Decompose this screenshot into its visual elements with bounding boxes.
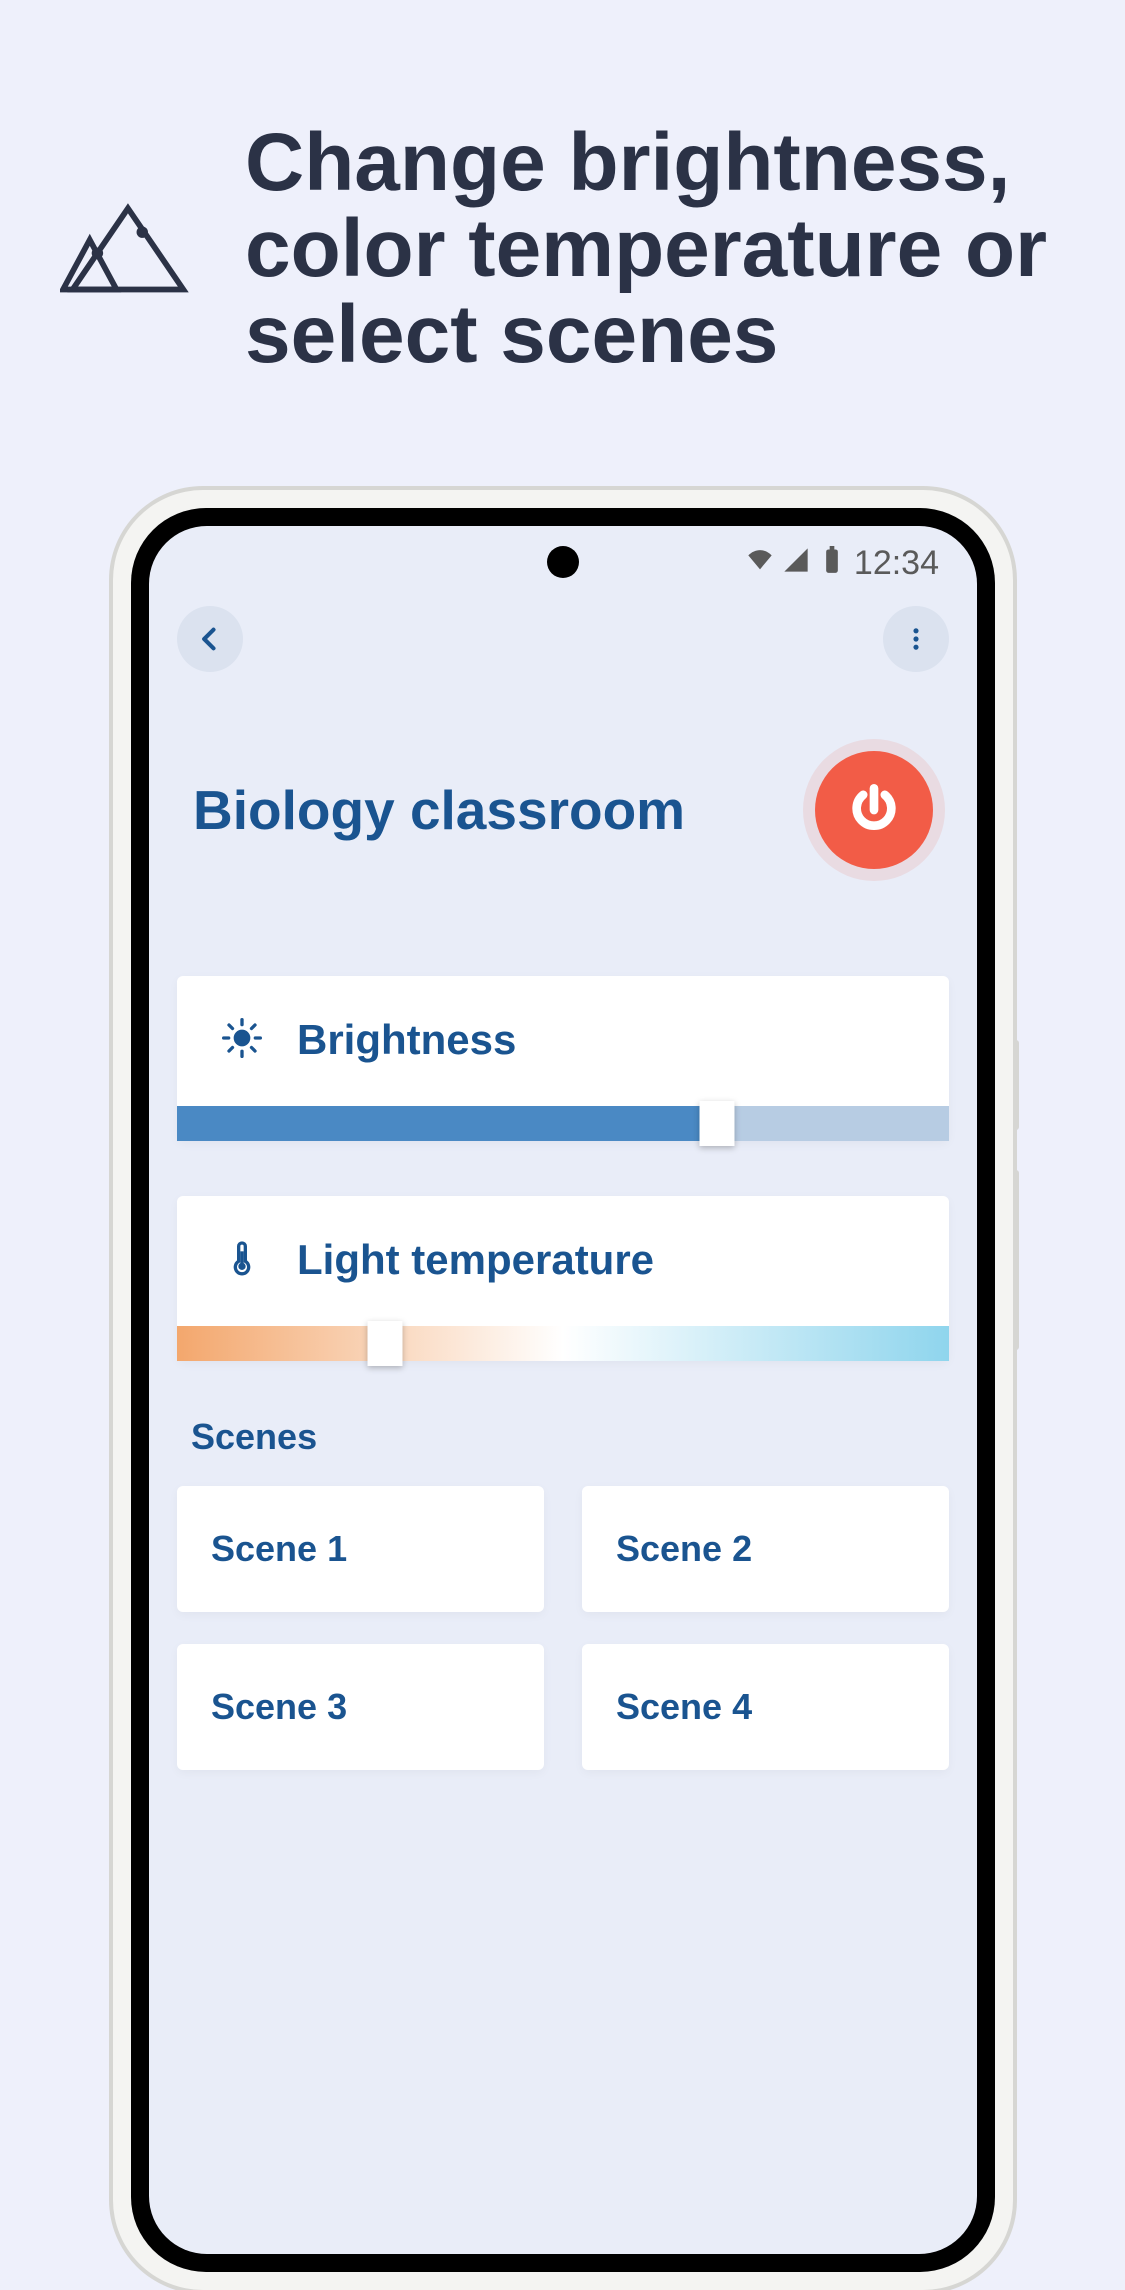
back-button[interactable] <box>177 606 243 672</box>
status-bar: 12:34 <box>746 544 939 583</box>
more-button[interactable] <box>883 606 949 672</box>
scene-label: Scene 3 <box>211 1686 347 1727</box>
temperature-thumb[interactable] <box>368 1321 403 1366</box>
phone-side-button <box>1013 1040 1019 1130</box>
scene-button-4[interactable]: Scene 4 <box>582 1644 949 1770</box>
marketing-headline: Change brightness, color temperature or … <box>245 120 1065 378</box>
scene-label: Scene 2 <box>616 1528 752 1569</box>
temperature-card: Light temperature <box>177 1196 949 1361</box>
scenes-section-label: Scenes <box>191 1416 949 1458</box>
scenes-grid: Scene 1 Scene 2 Scene 3 Scene 4 <box>177 1486 949 1770</box>
power-icon <box>848 784 900 836</box>
battery-icon <box>818 544 846 583</box>
brightness-slider[interactable] <box>177 1106 949 1141</box>
brightness-track <box>177 1106 949 1141</box>
wifi-icon <box>746 544 774 583</box>
phone-frame: 12:34 Biology classroom <box>113 490 1013 2290</box>
temperature-slider[interactable] <box>177 1326 949 1361</box>
signal-icon <box>782 544 810 583</box>
chevron-left-icon <box>196 625 224 653</box>
scene-button-1[interactable]: Scene 1 <box>177 1486 544 1612</box>
scene-button-3[interactable]: Scene 3 <box>177 1644 544 1770</box>
scene-button-2[interactable]: Scene 2 <box>582 1486 949 1612</box>
brightness-card: Brightness <box>177 976 949 1141</box>
scene-label: Scene 1 <box>211 1528 347 1569</box>
brightness-icon <box>222 1018 262 1063</box>
camera-notch <box>547 546 579 578</box>
temperature-label: Light temperature <box>297 1236 654 1284</box>
scene-label: Scene 4 <box>616 1686 752 1727</box>
marketing-header: Change brightness, color temperature or … <box>0 0 1125 378</box>
phone-screen: 12:34 Biology classroom <box>149 526 977 2254</box>
more-vertical-icon <box>902 625 930 653</box>
status-time: 12:34 <box>854 544 939 583</box>
brightness-thumb[interactable] <box>700 1101 735 1146</box>
thermometer-icon <box>222 1238 262 1283</box>
brightness-label: Brightness <box>297 1016 516 1064</box>
mountains-icon <box>60 194 215 304</box>
room-title: Biology classroom <box>193 778 685 842</box>
power-button[interactable] <box>815 751 933 869</box>
temperature-track <box>177 1326 949 1361</box>
phone-side-button <box>1013 1170 1019 1350</box>
